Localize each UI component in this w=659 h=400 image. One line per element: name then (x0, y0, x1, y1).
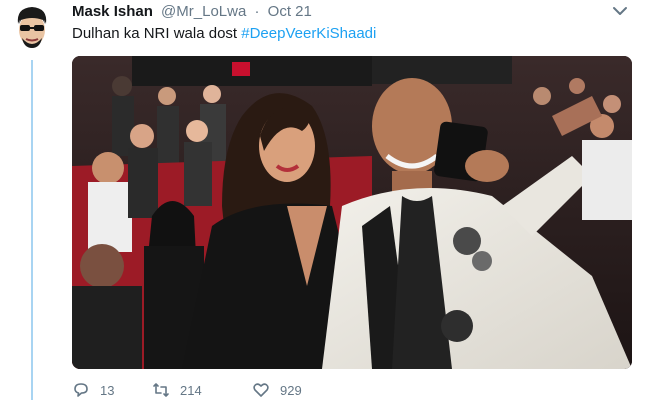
reply-button[interactable]: 13 (72, 381, 152, 399)
event-selfie-photo (72, 56, 632, 369)
heart-icon (253, 383, 269, 397)
avatar-cartoon-icon (17, 7, 47, 48)
retweet-icon (153, 383, 169, 397)
avatar[interactable] (12, 4, 52, 54)
like-button[interactable]: 929 (252, 381, 302, 399)
separator-dot: · (254, 3, 260, 20)
tweet-header: Mask Ishan @Mr_LoLwa · Oct 21 (72, 2, 312, 22)
tweet-menu-button[interactable] (611, 4, 629, 18)
tweet-actions: 13 214 929 (72, 380, 302, 400)
retweet-button[interactable]: 214 (152, 381, 252, 399)
tweet-text-plain: Dulhan ka NRI wala dost (72, 25, 242, 42)
user-handle[interactable]: @Mr_LoLwa (161, 3, 246, 20)
reply-count: 13 (100, 382, 115, 398)
tweet-text: Dulhan ka NRI wala dost #DeepVeerKiShaad… (72, 24, 376, 44)
chevron-down-icon (613, 7, 627, 15)
hashtag-link[interactable]: #DeepVeerKiShaadi (241, 25, 376, 42)
retweet-count: 214 (180, 382, 202, 398)
like-count: 929 (280, 382, 302, 398)
reply-icon (74, 383, 88, 397)
tweet-media-photo[interactable] (72, 56, 632, 369)
tweet-timestamp[interactable]: Oct 21 (268, 3, 312, 20)
display-name[interactable]: Mask Ishan (72, 3, 153, 20)
thread-connector-line (31, 60, 33, 400)
